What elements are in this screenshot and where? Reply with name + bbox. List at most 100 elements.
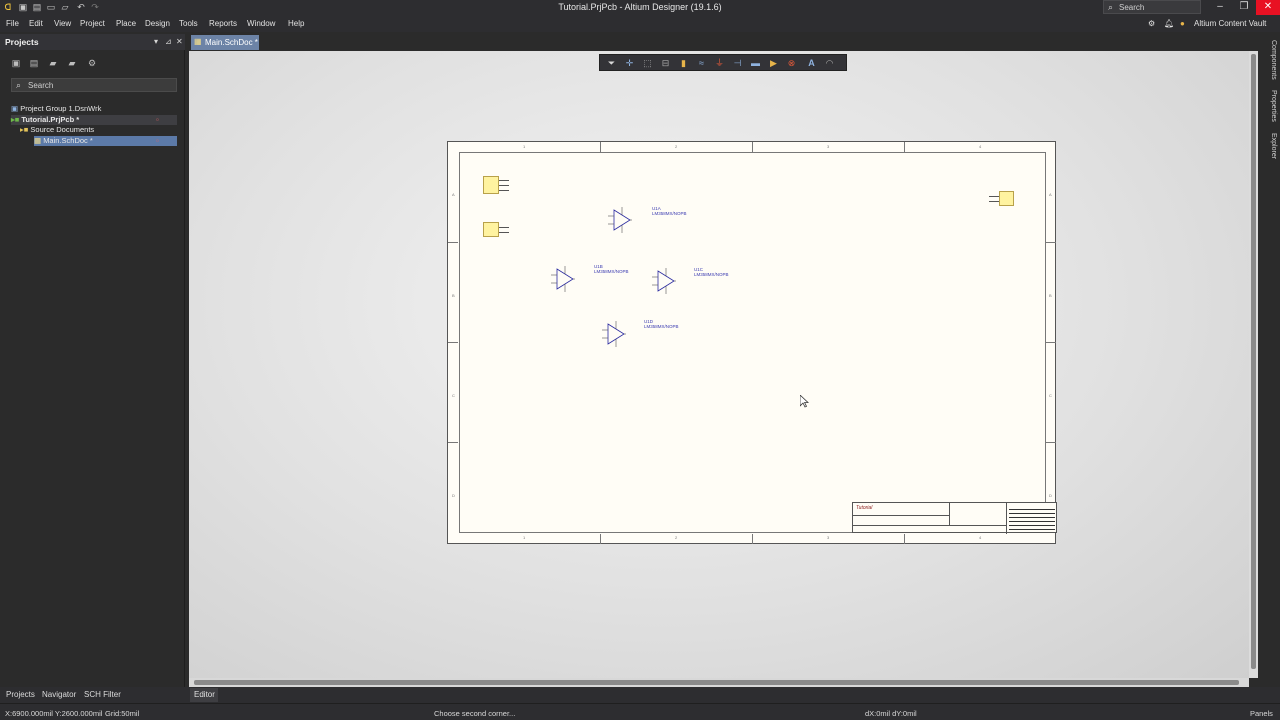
zone-label-right: B	[1049, 293, 1052, 298]
menu-edit[interactable]: Edit	[29, 19, 43, 28]
tab-main-schdoc[interactable]: ▦ Main.SchDoc *	[191, 35, 259, 50]
projects-panel-header: Projects ▾ ⊿ ✕	[0, 34, 185, 50]
window-title: Tutorial.PrjPcb - Altium Designer (19.1.…	[558, 2, 722, 12]
opamp-symbol[interactable]	[602, 321, 626, 347]
zone-label-top: 4	[979, 144, 982, 149]
zone-label-left: D	[452, 493, 455, 498]
power-port-icon[interactable]: ⏚	[714, 58, 725, 69]
document-tab-strip	[188, 34, 1280, 51]
zone-divider	[752, 534, 753, 544]
horizontal-scrollbar[interactable]	[189, 678, 1249, 687]
project-search-input[interactable]: ⌕ Search	[11, 78, 177, 92]
settings-gear-icon[interactable]: ⚙	[1148, 19, 1155, 28]
zone-label-left: A	[452, 192, 455, 197]
zone-divider	[600, 142, 601, 152]
tree-item-main-schdoc[interactable]: ▦ Main.SchDoc * ▫	[34, 136, 177, 146]
panel-close-icon[interactable]: ✕	[176, 37, 183, 46]
opamp-symbol[interactable]	[551, 266, 575, 292]
port-icon[interactable]: ▶	[768, 58, 779, 69]
vertical-scrollbar[interactable]	[1249, 51, 1258, 678]
minimize-button[interactable]: –	[1208, 0, 1232, 15]
status-bar: X:6900.000mil Y:2600.000mil Grid:50mil C…	[0, 703, 1280, 720]
tree-label-document: Main.SchDoc *	[43, 136, 93, 145]
tab-projects[interactable]: Projects	[6, 690, 35, 699]
close-button[interactable]: ✕	[1256, 0, 1280, 15]
move-icon[interactable]: ✛	[624, 58, 635, 69]
tree-item-project-group[interactable]: ▣ Project Group 1.DsnWrk	[11, 104, 177, 114]
tree-label-project: Tutorial.PrjPcb *	[21, 115, 80, 124]
zone-label-left: C	[452, 393, 455, 398]
wire-icon[interactable]: ≈	[696, 58, 707, 69]
folder-add-icon[interactable]: ▰	[66, 58, 78, 70]
panels-button[interactable]: Panels	[1250, 709, 1273, 718]
filter-icon[interactable]: ⏷	[606, 58, 617, 69]
header-connector-p1[interactable]	[483, 176, 499, 194]
tab-explorer[interactable]: Explorer	[1265, 133, 1277, 159]
panel-settings-icon[interactable]: ⚙	[86, 58, 98, 70]
menu-project[interactable]: Project	[80, 19, 105, 28]
title-block[interactable]: Tutorial	[852, 502, 1057, 534]
tree-item-source-folder[interactable]: ▸■ Source Documents	[20, 125, 177, 135]
zone-divider	[1046, 442, 1056, 443]
pin-line	[499, 185, 509, 186]
select-rect-icon[interactable]: ⬚	[642, 58, 653, 69]
bottom-panel-tabs: Projects Navigator SCH Filter Editor	[0, 687, 1280, 703]
save-project-icon[interactable]: ▣	[10, 58, 22, 70]
status-message: Choose second corner...	[434, 709, 516, 718]
menu-view[interactable]: View	[54, 19, 71, 28]
panel-menu-icon[interactable]: ▾	[154, 37, 158, 46]
zone-label-right: A	[1049, 192, 1052, 197]
zone-divider	[448, 342, 458, 343]
tab-components[interactable]: Components	[1265, 40, 1277, 80]
folder-open-icon[interactable]: ▰	[47, 58, 59, 70]
menu-window[interactable]: Window	[247, 19, 275, 28]
projects-panel-title: Projects	[5, 37, 39, 47]
zone-label-right: D	[1049, 493, 1052, 498]
scroll-thumb[interactable]	[194, 680, 1239, 685]
pin-line	[989, 201, 999, 202]
menu-reports[interactable]: Reports	[209, 19, 237, 28]
panel-pin-icon[interactable]: ⊿	[165, 37, 172, 46]
zone-divider	[1046, 242, 1056, 243]
menu-design[interactable]: Design	[145, 19, 170, 28]
tree-item-project[interactable]: ▸■ Tutorial.PrjPcb * ▫	[11, 115, 177, 125]
global-search-input[interactable]: ⌕ Search	[1103, 0, 1201, 14]
text-icon[interactable]: A	[806, 58, 817, 69]
opamp-symbol[interactable]	[608, 207, 632, 233]
header-connector-p2[interactable]	[483, 222, 499, 237]
place-part-icon[interactable]: ▮	[678, 58, 689, 69]
harness-icon[interactable]: ⊣	[732, 58, 743, 69]
sheet-drawing-area[interactable]: U1A LM358MX/NOPB U1B LM358MX/NOPB U1C LM…	[459, 152, 1057, 534]
title-block-name: Tutorial	[856, 505, 873, 511]
cursor-coordinates: X:6900.000mil Y:2600.000mil	[5, 709, 103, 718]
menu-file[interactable]: File	[6, 19, 19, 28]
tab-navigator[interactable]: Navigator	[42, 690, 76, 699]
workspace-icon: ▣	[11, 104, 19, 113]
scroll-thumb[interactable]	[1251, 54, 1256, 669]
tab-editor[interactable]: Editor	[190, 688, 218, 702]
zone-label-top: 1	[523, 144, 526, 149]
align-icon[interactable]: ⊟	[660, 58, 671, 69]
menu-tools[interactable]: Tools	[179, 19, 198, 28]
zone-divider	[904, 534, 905, 544]
compile-icon[interactable]: ▤	[28, 58, 40, 70]
zone-label-bottom: 3	[827, 535, 830, 540]
arc-icon[interactable]: ◠	[824, 58, 835, 69]
tab-properties[interactable]: Properties	[1265, 90, 1277, 122]
content-vault-label[interactable]: Altium Content Vault	[1194, 19, 1266, 28]
notifications-bell-icon[interactable]: 🔔︎	[1164, 19, 1174, 28]
maximize-button[interactable]: ❐	[1232, 0, 1256, 15]
menu-place[interactable]: Place	[116, 19, 136, 28]
no-erc-icon[interactable]: ⊗	[786, 58, 797, 69]
tab-sch-filter[interactable]: SCH Filter	[84, 690, 121, 699]
tree-label-folder: Source Documents	[30, 125, 95, 134]
active-bar-toolbar: ⏷ ✛ ⬚ ⊟ ▮ ≈ ⏚ ⊣ ▬ ▶ ⊗ A ◠	[599, 54, 847, 71]
tab-label: Main.SchDoc *	[205, 38, 258, 47]
header-connector-p3[interactable]	[999, 191, 1014, 206]
menu-help[interactable]: Help	[288, 19, 304, 28]
delta-readout: dX:0mil dY:0mil	[865, 709, 917, 718]
opamp-symbol[interactable]	[652, 268, 676, 294]
sheet-symbol-icon[interactable]: ▬	[750, 58, 761, 69]
zone-label-bottom: 4	[979, 535, 982, 540]
zone-label-top: 3	[827, 144, 830, 149]
